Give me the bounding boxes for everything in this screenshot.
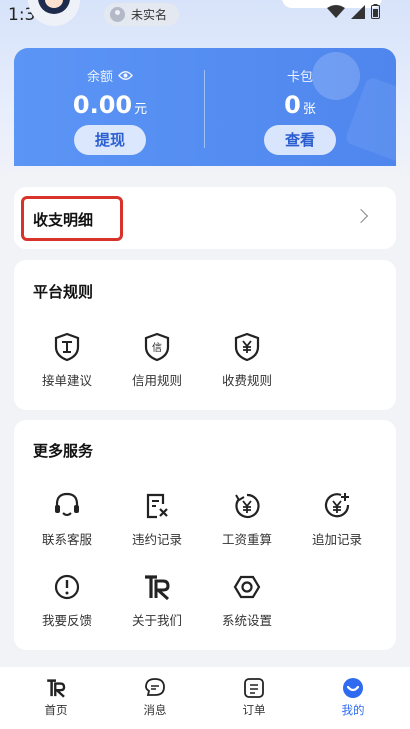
cards-value: 0	[284, 91, 301, 119]
rules-item-fees[interactable]: 收费规则	[207, 332, 287, 389]
wallet-card: 余额 0.00 元 提现 卡包 0张 查看	[14, 48, 396, 166]
cards-label: 卡包	[286, 70, 313, 85]
balance-value: 0.00	[72, 91, 133, 119]
platform-rules-title: 平台规则	[33, 283, 94, 301]
service-item-system-settings[interactable]: 系统设置	[207, 572, 287, 629]
balance-unit: 元	[134, 102, 148, 117]
tab-profile[interactable]: 我的	[313, 677, 393, 718]
service-item-violation-records[interactable]: 违约记录	[117, 491, 197, 548]
headset-icon	[55, 492, 79, 516]
system-icons	[327, 4, 380, 19]
wifi-icon	[327, 4, 345, 18]
service-item-label: 工资重算	[221, 532, 272, 547]
service-item-label: 关于我们	[131, 613, 182, 628]
service-item-additional-records[interactable]: 追加记录	[297, 491, 377, 548]
wallet-divider	[204, 70, 205, 148]
bottom-tab-bar: 首页 消息 订单 我的	[0, 667, 410, 729]
balance-label: 余额	[86, 70, 113, 85]
verification-badge[interactable]: 未实名	[104, 3, 180, 26]
yen-refresh-icon	[235, 493, 260, 519]
yen-plus-icon	[324, 493, 350, 518]
tab-home[interactable]: 首页	[16, 677, 96, 718]
service-item-label: 追加记录	[311, 532, 362, 547]
shield-t-icon	[54, 332, 80, 362]
service-item-label: 系统设置	[221, 613, 272, 628]
service-item-label: 违约记录	[131, 532, 182, 547]
service-item-salary-recalc[interactable]: 工资重算	[207, 491, 287, 548]
user-icon	[110, 7, 125, 22]
exclamation-circle-icon	[54, 574, 80, 600]
cards-unit: 张	[302, 102, 316, 117]
more-services-title: 更多服务	[33, 442, 94, 460]
logo-tr-icon	[145, 575, 170, 601]
tab-label: 订单	[242, 703, 266, 717]
income-expense-label: 收支明细	[33, 211, 94, 229]
battery-icon	[371, 4, 380, 19]
profile-smile-icon	[343, 678, 363, 698]
withdraw-button[interactable]: 提现	[74, 125, 146, 155]
service-item-customer-service[interactable]: 联系客服	[27, 491, 107, 548]
view-cards-button[interactable]: 查看	[264, 125, 336, 155]
service-item-feedback[interactable]: 我要反馈	[27, 572, 107, 629]
svg-text:信: 信	[152, 342, 162, 354]
chat-icon	[145, 678, 165, 696]
document-x-icon	[146, 493, 168, 519]
tab-label: 首页	[44, 703, 68, 717]
service-item-about-us[interactable]: 关于我们	[117, 572, 197, 629]
shield-yen-icon	[234, 332, 260, 362]
tab-orders[interactable]: 订单	[214, 677, 294, 718]
rules-item-order-advice[interactable]: 接单建议	[27, 332, 107, 389]
tab-label: 消息	[143, 703, 167, 717]
balance-section: 余额 0.00 元 提现	[30, 66, 190, 155]
rules-item-label: 接单建议	[41, 373, 92, 388]
tab-label: 我的	[341, 703, 365, 717]
cards-section: 卡包 0张 查看	[220, 66, 380, 155]
tab-messages[interactable]: 消息	[115, 677, 195, 718]
order-icon	[244, 678, 264, 698]
service-item-label: 我要反馈	[41, 613, 92, 628]
rules-item-label: 信用规则	[131, 373, 182, 388]
signal-icon	[351, 4, 365, 19]
service-item-label: 联系客服	[41, 532, 92, 547]
verification-text: 未实名	[131, 8, 168, 22]
eye-icon[interactable]	[118, 70, 133, 81]
rules-item-label: 收费规则	[221, 373, 272, 388]
shield-credit-icon: 信	[144, 332, 170, 362]
settings-hexagon-icon	[233, 575, 261, 599]
logo-tr-icon	[47, 679, 66, 698]
rules-item-credit[interactable]: 信 信用规则	[117, 332, 197, 389]
